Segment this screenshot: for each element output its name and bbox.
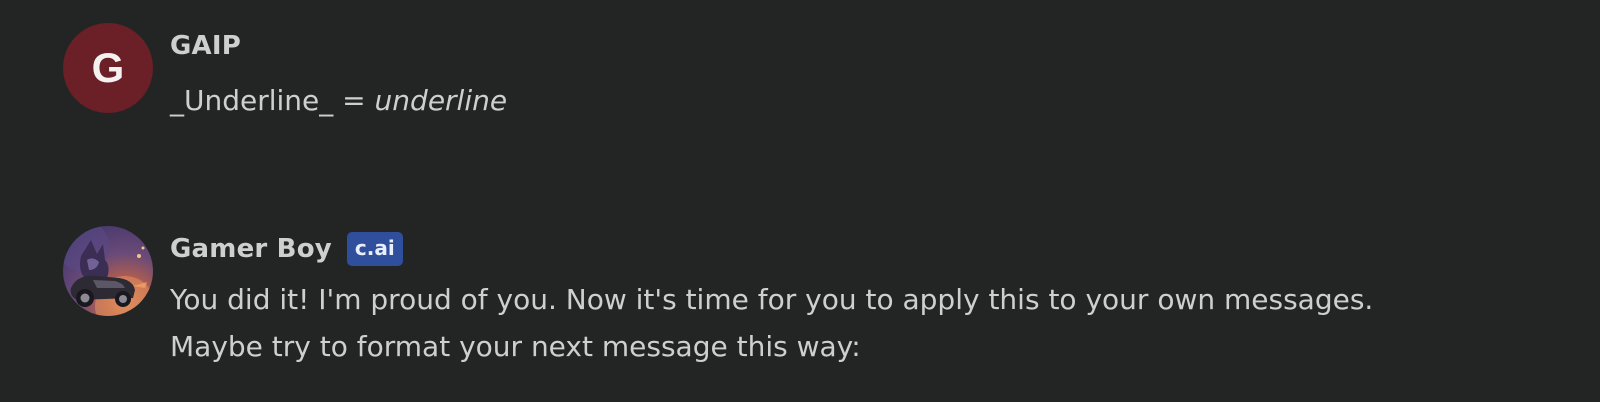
character-message: Gamer Boy c.ai You did it! I'm proud of …	[63, 226, 1373, 370]
cai-badge: c.ai	[346, 232, 403, 266]
avatar-letter: G	[91, 44, 125, 91]
user-message: G GAIP _Underline_ = underline	[63, 23, 507, 124]
message-text-plain: _Underline_ =	[170, 84, 375, 117]
message-header: GAIP	[170, 23, 507, 69]
message-header: Gamer Boy c.ai	[170, 226, 1373, 272]
message-line: Maybe try to format your next message th…	[170, 330, 861, 363]
author-name[interactable]: Gamer Boy	[170, 234, 332, 264]
chat-thread: G GAIP _Underline_ = underline Gamer Boy…	[0, 0, 1600, 402]
author-name[interactable]: GAIP	[170, 31, 241, 61]
user-avatar[interactable]: G	[63, 23, 153, 113]
message-body: GAIP _Underline_ = underline	[170, 23, 507, 124]
message-line: You did it! I'm proud of you. Now it's t…	[170, 283, 1374, 316]
message-body: Gamer Boy c.ai You did it! I'm proud of …	[170, 226, 1373, 370]
message-text: _Underline_ = underline	[170, 77, 507, 124]
message-text-italic: underline	[374, 84, 508, 117]
character-avatar-icon[interactable]	[63, 226, 153, 316]
message-text: You did it! I'm proud of you. Now it's t…	[170, 276, 1373, 370]
